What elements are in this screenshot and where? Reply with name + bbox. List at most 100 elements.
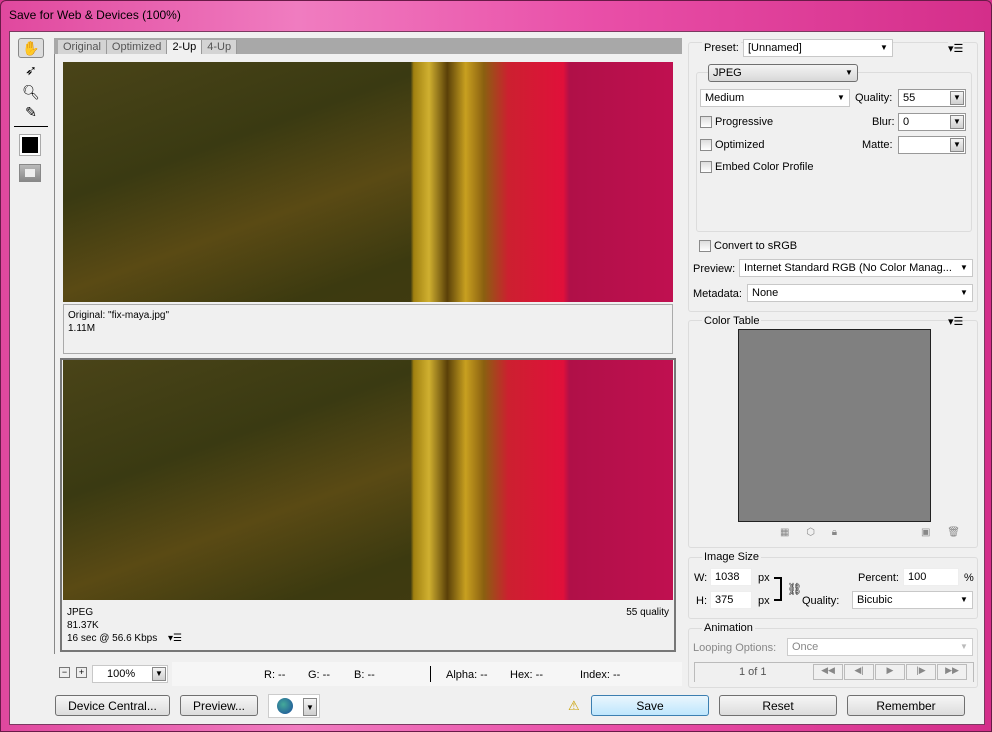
- chevron-down-icon[interactable]: ▼: [950, 138, 964, 152]
- progressive-label[interactable]: Progressive: [715, 116, 773, 128]
- optimized-label[interactable]: Optimized: [715, 139, 765, 151]
- progressive-checkbox[interactable]: [700, 116, 712, 128]
- eyedropper-tool-icon[interactable]: ✎: [18, 102, 44, 122]
- optimized-checkbox[interactable]: [700, 139, 712, 151]
- first-frame-icon[interactable]: ◀◀: [813, 664, 843, 680]
- tab-original[interactable]: Original: [58, 40, 107, 54]
- matte-select[interactable]: ▼: [898, 136, 966, 154]
- color-readout: R: -- G: -- B: -- Alpha: -- Hex: -- Inde…: [172, 662, 682, 686]
- lock-icon[interactable]: 🔒︎: [832, 527, 837, 538]
- chevron-down-icon: ▼: [880, 43, 888, 52]
- constrain-link-icon[interactable]: ⛓: [787, 582, 802, 596]
- looping-label: Looping Options:: [693, 642, 777, 654]
- frame-buttons: ◀◀ ◀| ▶ |▶ ▶▶: [813, 664, 967, 680]
- readout-r: R: --: [264, 669, 286, 681]
- height-unit: px: [758, 595, 770, 607]
- convert-srgb-checkbox[interactable]: [699, 240, 711, 252]
- preview-canvas: Original: "fix-maya.jpg" 1.11M JPEG 81.3…: [54, 54, 682, 654]
- play-icon[interactable]: ▶: [875, 664, 905, 680]
- convert-srgb-label[interactable]: Convert to sRGB: [714, 240, 797, 252]
- preset-select[interactable]: [Unnamed] ▼: [743, 39, 893, 57]
- slice-select-tool-icon[interactable]: ➶: [18, 60, 44, 80]
- last-frame-icon[interactable]: ▶▶: [937, 664, 967, 680]
- image-size-title: Image Size: [702, 551, 762, 563]
- readout-g: G: --: [308, 669, 330, 681]
- tab-2-up[interactable]: 2-Up: [167, 40, 203, 54]
- tab-optimized[interactable]: Optimized: [106, 40, 168, 54]
- window-title: Save for Web & Devices (100%): [9, 8, 181, 22]
- constrain-bracket: [774, 577, 782, 601]
- zoom-level-select[interactable]: 100% ▼: [92, 665, 168, 683]
- blur-input[interactable]: 0 ▼: [898, 113, 966, 131]
- color-table-actions: ▦ ⬡ 🔒︎ ▣ 🗑︎: [780, 527, 960, 538]
- view-tabs: Original Optimized 2-Up 4-Up: [54, 38, 682, 54]
- metadata-select[interactable]: None ▼: [747, 284, 973, 302]
- preview-profile-select[interactable]: Internet Standard RGB (No Color Manag...…: [739, 259, 973, 277]
- height-input[interactable]: 375: [710, 591, 752, 609]
- percent-unit: %: [964, 572, 974, 584]
- tab-4-up[interactable]: 4-Up: [202, 40, 238, 54]
- readout-b: B: --: [354, 669, 375, 681]
- toggle-slices-icon[interactable]: [19, 164, 41, 182]
- map-transparent-icon[interactable]: ▦: [780, 527, 789, 538]
- original-info: Original: "fix-maya.jpg" 1.11M: [63, 304, 673, 354]
- chevron-down-icon: ▼: [960, 595, 968, 604]
- chevron-down-icon[interactable]: ▼: [303, 698, 317, 716]
- trash-icon[interactable]: 🗑︎: [947, 527, 960, 538]
- embed-color-profile-label[interactable]: Embed Color Profile: [715, 161, 813, 173]
- embed-color-profile-checkbox[interactable]: [700, 161, 712, 173]
- readout-divider: [430, 666, 431, 682]
- percent-label: Percent:: [858, 572, 899, 584]
- download-menu-icon[interactable]: ▾☰: [168, 633, 182, 644]
- optimized-quality: 55 quality: [626, 607, 669, 618]
- looping-select[interactable]: Once ▼: [787, 638, 973, 656]
- next-frame-icon[interactable]: |▶: [906, 664, 936, 680]
- optimized-size: 81.37K: [67, 620, 99, 631]
- format-select[interactable]: JPEG ▼: [708, 64, 858, 82]
- web-shift-icon[interactable]: ⬡: [806, 527, 815, 538]
- width-input[interactable]: 1038: [710, 568, 752, 586]
- reset-button[interactable]: Reset: [719, 695, 837, 716]
- dialog-window: Save for Web & Devices (100%) ✋ ➶ 🔍︎ ✎ O…: [0, 0, 992, 732]
- percent-input[interactable]: 100: [903, 568, 959, 586]
- optimize-menu-icon[interactable]: ▾☰: [948, 42, 964, 55]
- resample-quality-label: Quality:: [802, 595, 840, 607]
- blur-label: Blur:: [872, 116, 895, 128]
- quality-input[interactable]: 55 ▼: [898, 89, 966, 107]
- chevron-down-icon: ▼: [837, 93, 845, 102]
- zoom-out-button[interactable]: −: [59, 667, 70, 678]
- original-size: 1.11M: [68, 323, 96, 334]
- chevron-down-icon[interactable]: ▼: [950, 115, 964, 129]
- color-table-menu-icon[interactable]: ▾☰: [948, 315, 964, 328]
- animation-title: Animation: [702, 622, 755, 634]
- chevron-down-icon[interactable]: ▼: [152, 667, 166, 681]
- original-image[interactable]: [63, 62, 673, 302]
- chevron-down-icon: ▼: [960, 263, 968, 272]
- optimized-format: JPEG: [67, 607, 94, 618]
- hand-tool-icon[interactable]: ✋: [18, 38, 44, 58]
- remember-button[interactable]: Remember: [847, 695, 965, 716]
- previous-frame-icon[interactable]: ◀|: [844, 664, 874, 680]
- preview-button[interactable]: Preview...: [180, 695, 258, 716]
- chevron-down-icon: ▼: [845, 68, 853, 77]
- browser-select[interactable]: ▼: [268, 694, 320, 718]
- optimized-image[interactable]: [63, 360, 673, 600]
- device-central-button[interactable]: Device Central...: [55, 695, 170, 716]
- color-table-swatches: [738, 329, 931, 522]
- width-unit: px: [758, 572, 770, 584]
- new-color-icon[interactable]: ▣: [921, 527, 930, 538]
- zoom-tool-icon[interactable]: 🔍︎: [18, 82, 44, 102]
- warning-icon: ⚠: [568, 698, 580, 713]
- original-filename: Original: "fix-maya.jpg": [68, 310, 170, 321]
- compression-select[interactable]: Medium ▼: [700, 89, 850, 107]
- zoom-in-button[interactable]: +: [76, 667, 87, 678]
- eyedropper-color-swatch[interactable]: [19, 134, 41, 156]
- chevron-down-icon[interactable]: ▼: [950, 91, 964, 105]
- color-table-title: Color Table: [702, 315, 762, 327]
- metadata-label: Metadata:: [693, 288, 742, 300]
- preview-label: Preview:: [693, 263, 736, 275]
- resample-quality-select[interactable]: Bicubic ▼: [852, 591, 973, 609]
- save-button[interactable]: Save: [591, 695, 709, 716]
- tool-divider: [14, 126, 48, 127]
- frame-counter: 1 of 1: [739, 666, 767, 678]
